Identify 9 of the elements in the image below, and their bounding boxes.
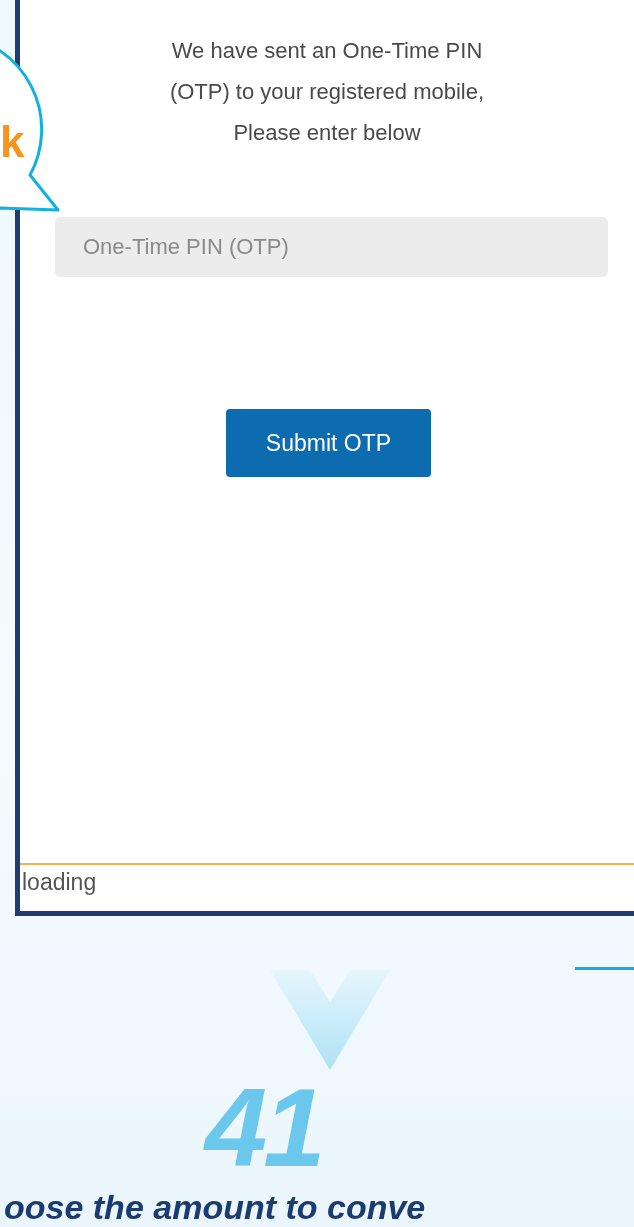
loading-status: loading [21, 868, 97, 897]
step-caption: oose the amount to conve [4, 1190, 426, 1224]
otp-message: We have sent an One-Time PIN (OTP) to your registered mobile, Please enter below [168, 37, 486, 147]
submit-otp-button[interactable]: Submit OTP [226, 409, 431, 477]
step-number: 41 [205, 1072, 322, 1184]
divider-line [575, 967, 634, 970]
chevron-down-icon [270, 970, 390, 1070]
bubble-text: k [0, 120, 25, 164]
otp-input-field[interactable]: One-Time PIN (OTP) [55, 217, 608, 277]
